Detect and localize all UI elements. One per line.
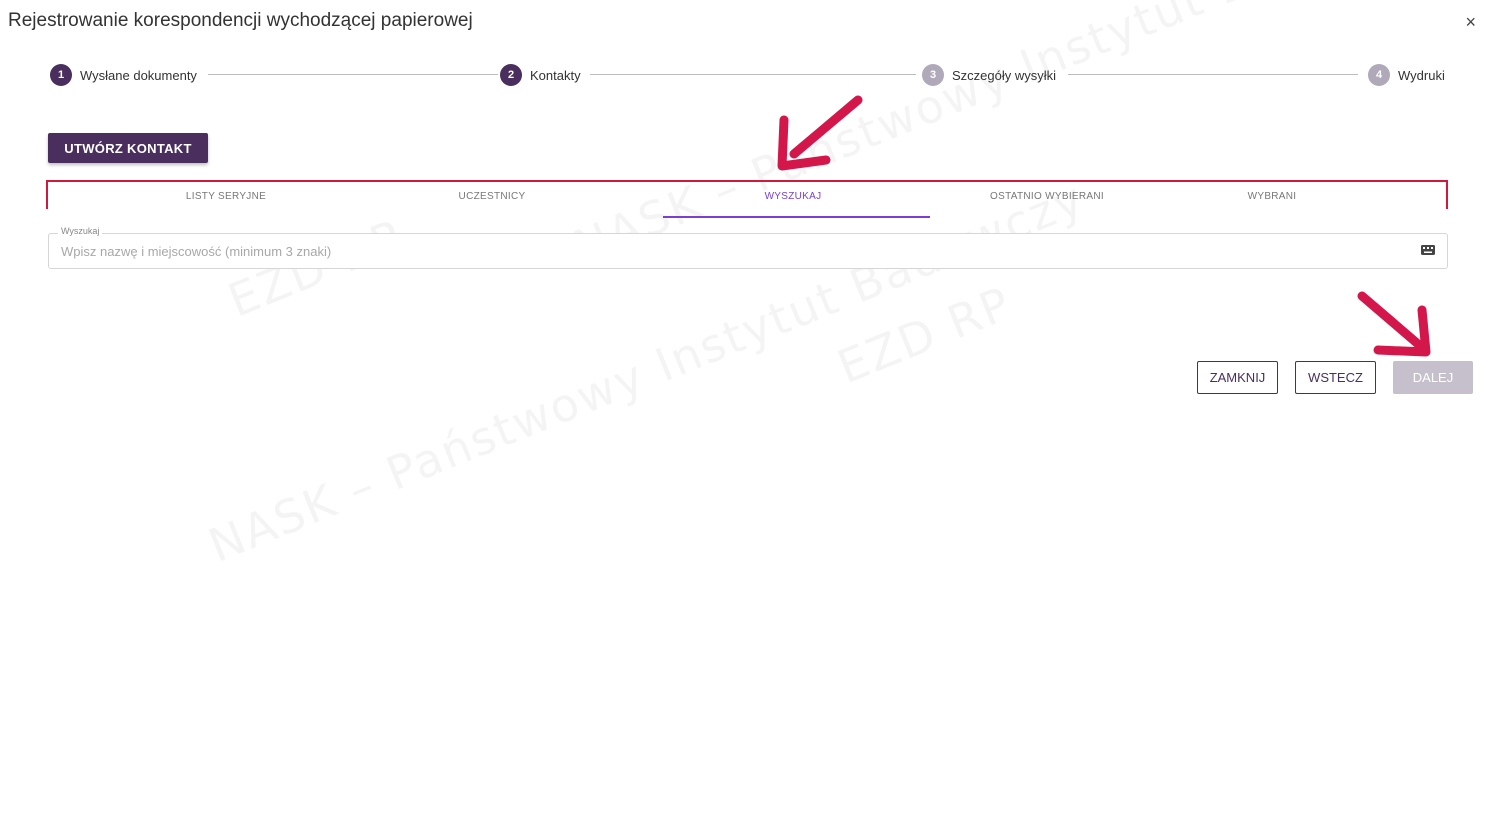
tab-wyszukaj[interactable]: WYSZUKAJ [660,182,926,218]
back-button[interactable]: WSTECZ [1295,361,1376,394]
step-connector [208,74,498,75]
step-number: 1 [50,64,72,86]
step-connector [590,74,916,75]
step-label: Kontakty [530,67,581,83]
close-button[interactable]: ZAMKNIJ [1197,361,1278,394]
next-button[interactable]: DALEJ [1393,361,1473,394]
watermark-text: NASK – Państwowy Instytut Badawczy [201,171,1092,573]
create-contact-button[interactable]: UTWÓRZ KONTAKT [48,133,208,163]
step-label: Szczegóły wysyłki [952,67,1057,83]
dialog-title: Rejestrowanie korespondencji wychodzącej… [8,10,473,31]
watermark-text: EZD RP [830,276,1019,394]
close-icon[interactable]: × [1465,12,1476,32]
step-number: 3 [922,64,944,86]
step-connector [1068,74,1358,75]
search-field [48,233,1448,269]
tab-wybrani[interactable]: WYBRANI [1139,182,1405,218]
step-number: 4 [1368,64,1390,86]
step-kontakty[interactable]: 2 Kontakty [500,62,581,88]
tab-uczestnicy[interactable]: UCZESTNICY [359,182,625,218]
keyboard-icon[interactable] [1421,245,1435,255]
step-szczegoly-wysylki[interactable]: 3 Szczegóły wysyłki [922,62,1056,88]
step-label: Wysłane dokumenty [80,67,197,83]
step-label: Wydruki [1398,67,1445,83]
stepper: 1 Wysłane dokumenty 2 Kontakty 3 Szczegó… [48,62,1448,88]
annotation-arrow-icon [777,95,863,171]
step-wyslane-dokumenty[interactable]: 1 Wysłane dokumenty [50,62,197,88]
watermark: EZD RP NASK – Państwowy Instytut Badawcz… [0,0,1494,834]
search-label: Wyszukaj [58,226,103,236]
annotation-arrow-icon [1357,291,1431,357]
step-number: 2 [500,64,522,86]
search-input[interactable] [59,234,1403,268]
step-wydruki[interactable]: 4 Wydruki [1368,62,1445,88]
tab-active-indicator [663,216,930,218]
tab-bar: LISTY SERYJNE UCZESTNICY WYSZUKAJ OSTATN… [46,180,1448,218]
tab-listy-seryjne[interactable]: LISTY SERYJNE [93,182,359,218]
